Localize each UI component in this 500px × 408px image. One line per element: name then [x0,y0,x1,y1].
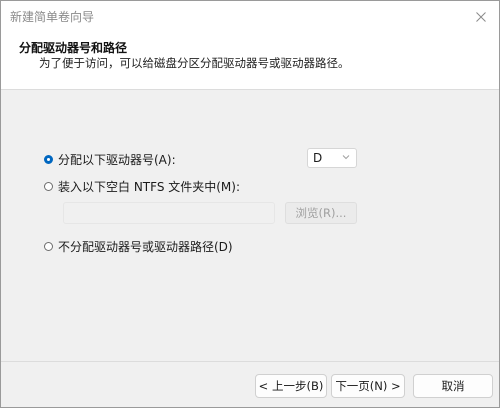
chevron-down-icon [342,155,350,160]
page-title: 分配驱动器号和路径 [19,41,128,55]
no-assign-radio[interactable] [44,242,53,251]
close-button[interactable] [471,7,491,27]
assign-letter-radio[interactable] [44,155,53,164]
mount-folder-radio[interactable] [44,182,53,191]
assign-letter-option[interactable]: 分配以下驱动器号(A): [44,151,176,168]
mount-folder-label: 装入以下空白 NTFS 文件夹中(M): [58,180,241,194]
close-icon [476,12,486,22]
no-assign-option[interactable]: 不分配驱动器号或驱动器路径(D) [44,238,233,255]
browse-button[interactable]: 浏览(R)... [285,202,357,224]
new-simple-volume-wizard: 新建简单卷向导 分配驱动器号和路径 为了便于访问，可以给磁盘分区分配驱动器号或驱… [0,0,500,408]
no-assign-label: 不分配驱动器号或驱动器路径(D) [58,240,233,254]
page-subtitle: 为了便于访问，可以给磁盘分区分配驱动器号或驱动器路径。 [39,56,350,70]
cancel-button[interactable]: 取消 [413,374,493,398]
next-button[interactable]: 下一页(N) > [331,374,405,398]
back-button[interactable]: < 上一步(B) [255,374,327,398]
drive-letter-value: D [313,151,323,165]
wizard-footer: < 上一步(B) 下一页(N) > 取消 [1,361,499,407]
assign-letter-label: 分配以下驱动器号(A): [58,153,176,167]
window-title: 新建简单卷向导 [10,10,95,24]
title-bar: 新建简单卷向导 [1,1,499,33]
wizard-header: 分配驱动器号和路径 为了便于访问，可以给磁盘分区分配驱动器号或驱动器路径。 [1,33,499,90]
folder-path-input[interactable] [63,202,275,224]
wizard-body [1,90,499,360]
drive-letter-select[interactable]: D [307,148,357,168]
mount-folder-option[interactable]: 装入以下空白 NTFS 文件夹中(M): [44,178,240,195]
